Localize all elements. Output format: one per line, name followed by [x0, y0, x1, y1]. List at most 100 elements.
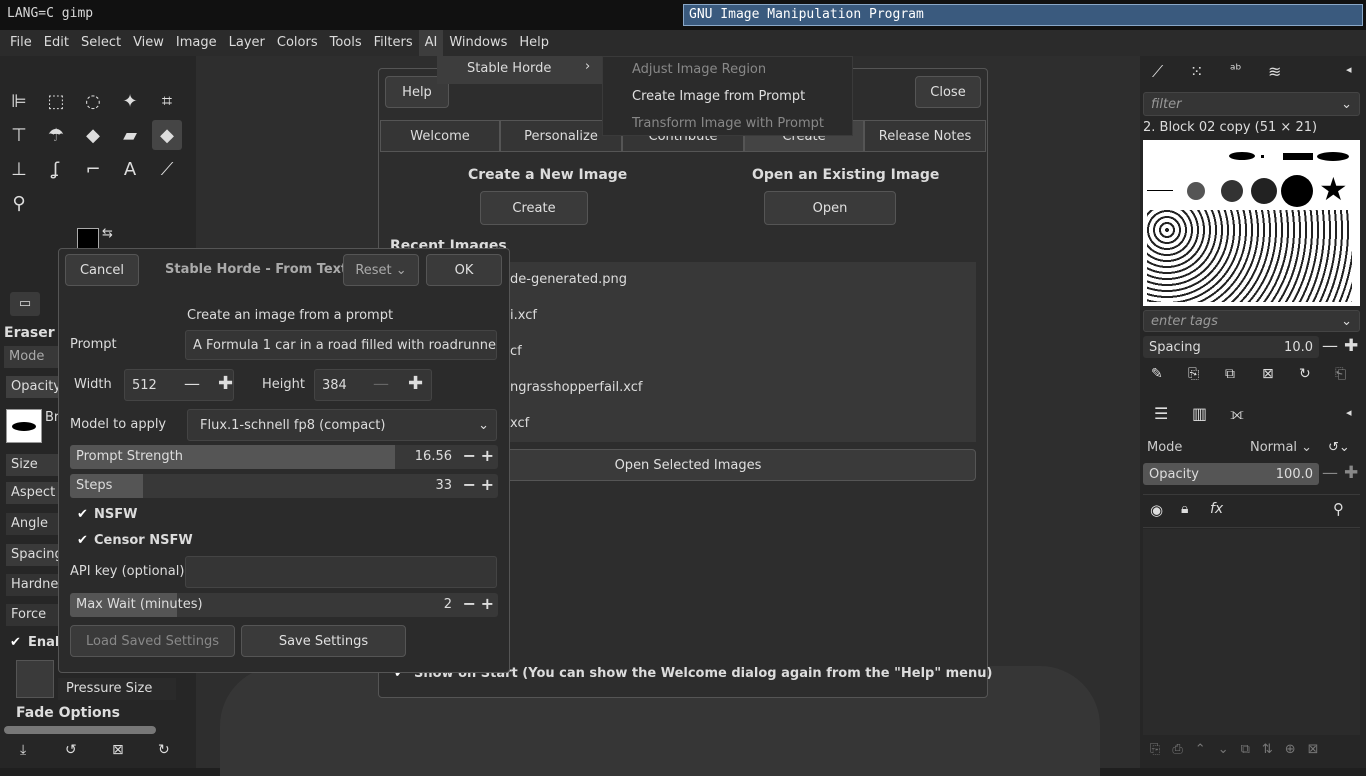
- ok-button[interactable]: OK: [426, 254, 502, 286]
- plus-icon[interactable]: +: [481, 446, 494, 465]
- menu-ai[interactable]: AI: [418, 30, 444, 56]
- refresh-brush-icon[interactable]: ↻: [1299, 366, 1311, 382]
- spacing-slider[interactable]: Spacing: [6, 544, 63, 566]
- save-preset-icon[interactable]: ⤓: [20, 742, 26, 758]
- save-settings-button[interactable]: Save Settings: [241, 625, 406, 657]
- menu-tools[interactable]: Tools: [324, 30, 368, 56]
- channels-tab-icon[interactable]: ▥: [1192, 404, 1207, 423]
- path-icon[interactable]: ⌐: [78, 154, 108, 184]
- layer-list[interactable]: [1143, 529, 1360, 735]
- tags-input[interactable]: enter tags ⌄: [1143, 310, 1360, 332]
- aspect-slider[interactable]: Aspect: [6, 482, 60, 504]
- eraser-icon[interactable]: ◆: [152, 120, 182, 150]
- brush-filter-input[interactable]: filter ⌄: [1143, 92, 1360, 116]
- menu-filters[interactable]: Filters: [368, 30, 419, 56]
- minus-icon[interactable]: —: [184, 374, 200, 393]
- tab-welcome[interactable]: Welcome: [380, 120, 500, 152]
- dock-menu-icon[interactable]: ◂: [1346, 406, 1352, 419]
- lock-icon[interactable]: 🔒︎: [1181, 501, 1188, 517]
- open-button[interactable]: Open: [764, 191, 896, 225]
- prompt-input[interactable]: A Formula 1 car in a road filled with ro…: [185, 330, 497, 360]
- load-settings-button[interactable]: Load Saved Settings: [70, 625, 235, 657]
- search-icon[interactable]: ⚲: [1333, 500, 1344, 518]
- steps-slider[interactable]: Steps 33 − +: [70, 474, 498, 498]
- menu-item-stable-horde[interactable]: Stable Horde: [467, 61, 551, 76]
- mode-switch-icon[interactable]: ↺⌄: [1328, 440, 1350, 455]
- clone-icon[interactable]: ⊥: [4, 154, 34, 184]
- fg-color-swatch[interactable]: [77, 228, 99, 250]
- crop-icon[interactable]: ⌗: [152, 86, 182, 116]
- max-wait-slider[interactable]: Max Wait (minutes) 2 − +: [70, 593, 498, 617]
- menu-item-adjust-region[interactable]: Adjust Image Region: [632, 62, 766, 77]
- minus-icon[interactable]: −: [463, 594, 476, 613]
- fonts-tab-icon[interactable]: ᵃᵇ: [1230, 62, 1241, 78]
- minus-icon[interactable]: —: [373, 374, 389, 393]
- menu-layer[interactable]: Layer: [223, 30, 271, 56]
- dock-menu-icon[interactable]: ◂: [1346, 63, 1352, 76]
- prompt-strength-slider[interactable]: Prompt Strength 16.56 − +: [70, 445, 498, 469]
- layers-tab-icon[interactable]: ☰: [1154, 404, 1168, 423]
- visibility-icon[interactable]: ◉: [1150, 501, 1163, 519]
- menu-edit[interactable]: Edit: [38, 30, 75, 56]
- patterns-tab-icon[interactable]: ⁙: [1190, 62, 1203, 81]
- paths-tab-icon[interactable]: ⟗: [1230, 404, 1244, 424]
- rect-select-icon[interactable]: ⬚: [41, 86, 71, 116]
- menu-file[interactable]: File: [4, 30, 38, 56]
- left-scrollbar[interactable]: [4, 726, 156, 734]
- delete-icon[interactable]: ⊠: [112, 742, 124, 758]
- reset-button[interactable]: Reset ⌄: [343, 254, 419, 286]
- hardness-slider[interactable]: Hardne: [6, 574, 60, 596]
- plus-icon[interactable]: ✚: [1344, 336, 1358, 356]
- list-item[interactable]: cf: [510, 344, 522, 359]
- edit-brush-icon[interactable]: ✎: [1151, 366, 1163, 382]
- minus-icon[interactable]: —: [1322, 463, 1338, 482]
- menu-item-transform-image[interactable]: Transform Image with Prompt: [632, 116, 824, 131]
- transform-icon[interactable]: ⊤: [4, 120, 34, 150]
- minus-icon[interactable]: —: [1322, 336, 1338, 355]
- dynamics-icon[interactable]: [16, 660, 54, 698]
- plus-icon[interactable]: +: [481, 475, 494, 494]
- pressure-size-item[interactable]: Pressure Size: [58, 678, 176, 700]
- fuzzy-select-icon[interactable]: ✦: [115, 86, 145, 116]
- bucket-fill-icon[interactable]: ◆: [78, 120, 108, 150]
- layer-mode-value[interactable]: Normal ⌄: [1250, 440, 1312, 455]
- censor-nsfw-checkbox[interactable]: ✔: [77, 534, 91, 548]
- document-history-icon[interactable]: ≋: [1268, 62, 1281, 81]
- brushes-tab-icon[interactable]: ⟋: [1152, 62, 1163, 82]
- fade-options-label[interactable]: Fade Options: [16, 705, 120, 721]
- minus-icon[interactable]: −: [463, 446, 476, 465]
- spacing-slider-right[interactable]: Spacing 10.0: [1143, 336, 1319, 358]
- zoom-icon[interactable]: ⚲: [4, 188, 34, 218]
- list-item[interactable]: ngrasshopperfail.xcf: [510, 380, 642, 395]
- plus-icon[interactable]: ✚: [1344, 463, 1358, 483]
- minus-icon[interactable]: −: [463, 475, 476, 494]
- swap-colors-icon[interactable]: ⇆: [102, 226, 113, 241]
- mode-label[interactable]: Mode: [4, 346, 60, 368]
- effects-icon[interactable]: fx: [1210, 501, 1223, 517]
- angle-slider[interactable]: Angle: [6, 513, 60, 535]
- text-icon[interactable]: A: [115, 154, 145, 184]
- brush-grid[interactable]: ★: [1143, 140, 1360, 306]
- brush-preview[interactable]: [6, 409, 42, 443]
- menu-select[interactable]: Select: [75, 30, 127, 56]
- tab-release-notes[interactable]: Release Notes: [864, 120, 986, 152]
- plus-icon[interactable]: ✚: [218, 373, 233, 394]
- duplicate-brush-icon[interactable]: ⧉: [1225, 366, 1235, 382]
- layer-actions-bar[interactable]: ⎘⎙⌃⌄⧉⇅⊕⊠: [1150, 742, 1331, 757]
- model-select[interactable]: Flux.1-schnell fp8 (compact) ⌄: [187, 409, 497, 441]
- opacity-slider[interactable]: Opacity: [6, 376, 61, 398]
- size-slider[interactable]: Size: [6, 454, 60, 476]
- plus-icon[interactable]: ✚: [408, 373, 423, 394]
- device-status-icon[interactable]: ▭: [10, 292, 40, 316]
- paint-icon[interactable]: ▰: [115, 120, 145, 150]
- api-key-input[interactable]: [185, 556, 497, 588]
- list-item[interactable]: i.xcf: [510, 308, 537, 323]
- menu-image[interactable]: Image: [170, 30, 223, 56]
- plus-icon[interactable]: +: [481, 594, 494, 613]
- close-button[interactable]: Close: [915, 76, 981, 108]
- delete-brush-icon[interactable]: ⊠: [1262, 366, 1274, 382]
- new-brush-icon[interactable]: ⎘: [1188, 366, 1199, 382]
- list-item[interactable]: xcf: [510, 416, 529, 431]
- force-slider[interactable]: Force: [6, 604, 60, 626]
- enable-checkbox[interactable]: ✔: [10, 636, 24, 650]
